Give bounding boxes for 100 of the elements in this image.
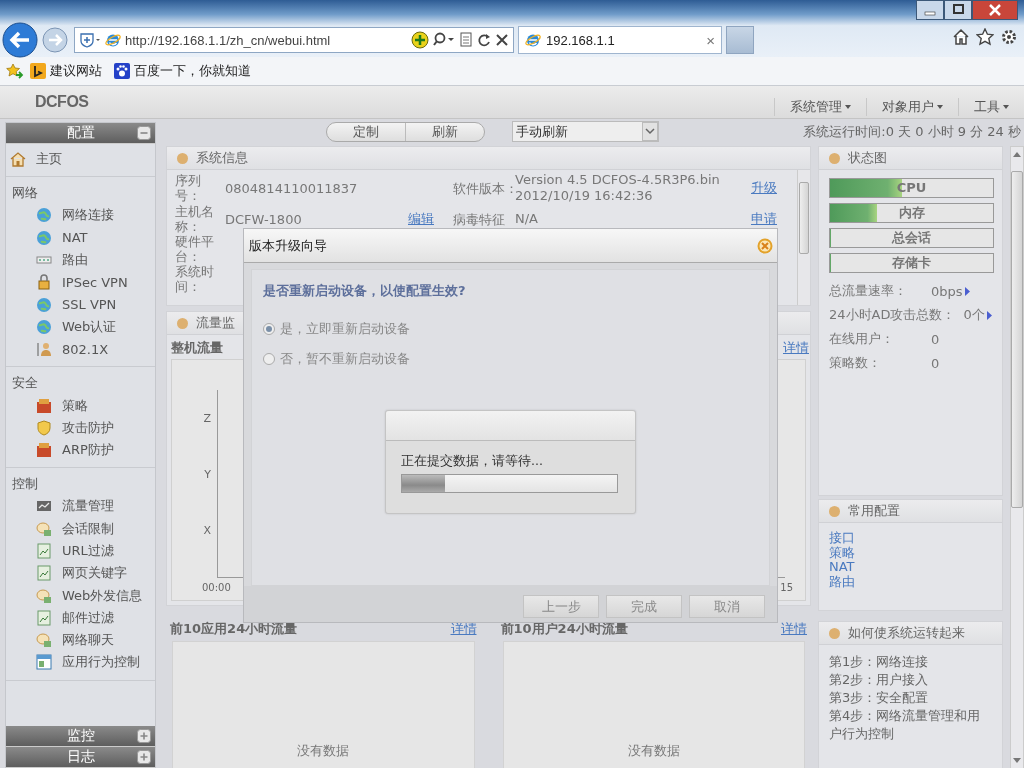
panel-title: 前10应用24小时流量 xyxy=(170,620,298,638)
field-value: 0804814110011837 xyxy=(225,180,359,196)
globe-icon xyxy=(36,296,52,313)
minus-icon[interactable] xyxy=(137,126,151,140)
down-arrow-icon[interactable] xyxy=(1013,758,1021,764)
radio-button[interactable] xyxy=(263,323,275,335)
details-link[interactable]: 详情 xyxy=(781,620,807,638)
field-value: N/A xyxy=(515,211,539,227)
sidebar-item[interactable]: 网络连接 xyxy=(62,206,114,225)
sidebar-item[interactable]: 会话限制 xyxy=(62,519,114,538)
tab-close-button[interactable]: × xyxy=(706,31,715,49)
minimize-button[interactable] xyxy=(916,0,944,20)
axis-label: Y xyxy=(204,467,211,481)
sidebar-item[interactable]: URL过滤 xyxy=(62,542,114,560)
sidebar-item[interactable]: 主页 xyxy=(36,150,62,169)
caret-icon xyxy=(1003,105,1009,109)
sidebar-item[interactable]: 802.1X xyxy=(62,341,109,357)
shield-icon[interactable] xyxy=(79,32,101,48)
tile-icon xyxy=(36,397,52,414)
triangle-icon[interactable] xyxy=(964,286,970,296)
triangle-icon[interactable] xyxy=(986,310,992,320)
sidebar-item[interactable]: 网页关键字 xyxy=(62,564,127,583)
empty-message: 没有数据 xyxy=(297,742,350,760)
sidebar-item[interactable]: Web外发信息 xyxy=(62,586,143,605)
sidebar-item[interactable]: 路由 xyxy=(62,251,88,270)
action-link[interactable]: 申请 xyxy=(751,210,777,228)
stat-value: 0bps xyxy=(931,283,963,299)
edit-link[interactable]: 编辑 xyxy=(408,210,453,228)
favorite-link[interactable]: 建议网站 xyxy=(50,62,102,80)
refresh-icon[interactable] xyxy=(477,32,491,48)
menu-item[interactable]: 对象用户 xyxy=(866,98,958,116)
close-icon[interactable] xyxy=(757,237,773,254)
bullet-icon xyxy=(829,505,840,517)
toolbar-button[interactable]: 定制 xyxy=(327,122,405,141)
globe-icon xyxy=(36,229,52,246)
sidebar-item[interactable]: SSL VPN xyxy=(62,297,117,313)
home-icon[interactable] xyxy=(952,28,970,46)
sidebar-item[interactable]: 邮件过滤 xyxy=(62,608,114,627)
axis-label: X xyxy=(203,523,211,537)
sidebar-item[interactable]: 策略 xyxy=(62,396,88,415)
details-link[interactable]: 详情 xyxy=(450,620,477,638)
address-bar[interactable]: http://192.168.1.1/zh_cn/webui.html xyxy=(74,27,514,53)
menu-item[interactable]: 工具 xyxy=(958,98,1024,116)
bullet-icon xyxy=(177,152,188,164)
bar-label: 存储卡 xyxy=(891,254,932,272)
uptime-text: 系统运行时间:0 天 0 小时 9 分 24 秒 xyxy=(803,122,1021,141)
document-icon xyxy=(36,543,52,559)
sidebar-group-title: 控制 xyxy=(11,475,39,494)
search-icon[interactable] xyxy=(433,32,455,48)
window-icon xyxy=(36,654,52,671)
stop-icon[interactable] xyxy=(495,32,509,48)
toolbar-button[interactable]: 刷新 xyxy=(405,122,484,141)
up-arrow-icon[interactable] xyxy=(1013,151,1021,157)
plus-icon[interactable] xyxy=(137,729,151,743)
plus-circle-icon[interactable] xyxy=(411,31,429,49)
stat-value: 0个 xyxy=(963,306,985,324)
star-icon[interactable] xyxy=(976,28,994,46)
sidebar-section-header[interactable]: 监控 xyxy=(6,726,155,747)
dropdown-icon[interactable] xyxy=(642,122,658,141)
back-button[interactable] xyxy=(2,22,38,58)
field-value: DCFW-1800 xyxy=(225,211,303,227)
browser-tab[interactable]: 192.168.1.1 × xyxy=(518,26,722,54)
sidebar-item[interactable]: 应用行为控制 xyxy=(62,653,140,672)
sidebar-item[interactable]: NAT xyxy=(62,230,88,246)
panel-title: 系统信息 xyxy=(196,149,248,167)
forward-button[interactable] xyxy=(42,27,68,53)
sidebar-item[interactable]: ARP防护 xyxy=(62,441,114,460)
bullet-icon xyxy=(829,152,840,164)
config-link[interactable]: 策略 xyxy=(829,545,992,560)
sidebar-item[interactable]: 攻击防护 xyxy=(62,418,114,437)
sidebar-item[interactable]: Web认证 xyxy=(62,317,117,336)
favorite-link[interactable]: 百度一下，你就知道 xyxy=(134,62,251,80)
sidebar-section-header[interactable]: 日志 xyxy=(6,747,155,768)
refresh-mode-select[interactable]: 手动刷新 xyxy=(512,121,659,142)
star-arrow-icon[interactable] xyxy=(6,63,24,79)
sidebar-item[interactable]: 网络聊天 xyxy=(62,631,114,650)
radio-label: 否，暂不重新启动设备 xyxy=(280,350,410,368)
plus-icon[interactable] xyxy=(137,750,151,764)
action-link[interactable]: 升级 xyxy=(751,179,777,197)
radio-button[interactable] xyxy=(263,353,275,365)
close-button[interactable] xyxy=(972,0,1018,20)
stat-label: 策略数： xyxy=(829,354,882,372)
sidebar-item[interactable]: IPSec VPN xyxy=(62,274,128,290)
caret-icon xyxy=(845,105,851,109)
house-icon xyxy=(10,151,26,168)
speech-bubble-icon xyxy=(36,520,52,537)
stat-value: 0 xyxy=(931,331,940,347)
bullet-icon xyxy=(829,627,840,639)
bar-label: 内存 xyxy=(897,204,926,222)
config-link[interactable]: 路由 xyxy=(829,574,992,589)
settings-icon[interactable] xyxy=(1000,28,1018,46)
sidebar-section-header[interactable]: 配置 xyxy=(6,123,155,144)
details-link[interactable]: 详情 xyxy=(783,339,809,357)
sidebar-item[interactable]: 流量管理 xyxy=(62,497,114,516)
menu-item[interactable]: 系统管理 xyxy=(774,98,866,116)
maximize-button[interactable] xyxy=(944,0,972,20)
config-link[interactable]: NAT xyxy=(829,560,992,575)
config-link[interactable]: 接口 xyxy=(829,531,992,546)
speech-bubble-icon xyxy=(36,632,52,649)
e-logo-icon xyxy=(525,32,541,48)
